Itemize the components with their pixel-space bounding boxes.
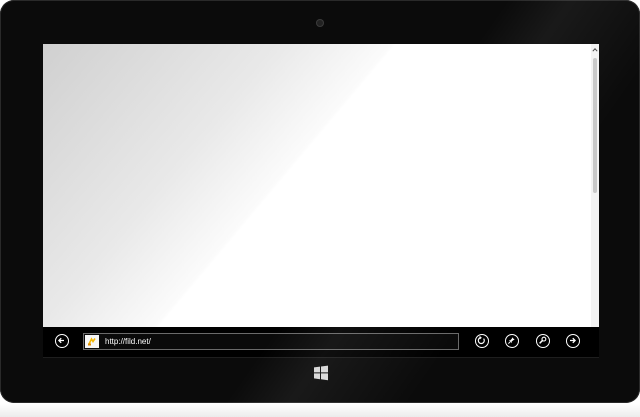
page-tools-button[interactable] <box>536 334 550 348</box>
windows-logo-icon <box>314 365 328 381</box>
pin-icon <box>508 337 515 344</box>
wrench-icon <box>539 336 547 344</box>
vertical-scrollbar[interactable] <box>591 44 599 327</box>
tablet-screen: http://fild.net/ <box>43 44 599 357</box>
tablet-device: http://fild.net/ <box>0 0 640 403</box>
surface-shadow <box>0 404 640 417</box>
browser-viewport[interactable] <box>43 44 599 327</box>
refresh-button[interactable] <box>475 334 489 348</box>
site-favicon <box>85 335 99 348</box>
front-camera <box>316 19 324 27</box>
address-bar[interactable]: http://fild.net/ <box>83 333 459 350</box>
windows-start-button[interactable] <box>313 365 329 386</box>
refresh-icon <box>477 336 485 345</box>
screen-reflection <box>43 44 599 327</box>
browser-app-bar: http://fild.net/ <box>43 327 599 357</box>
forward-button[interactable] <box>566 334 580 348</box>
back-arrow-icon <box>57 337 64 344</box>
forward-arrow-icon <box>570 337 577 344</box>
pin-button[interactable] <box>505 334 519 348</box>
site-logo-icon <box>88 337 96 346</box>
scroll-up-icon[interactable] <box>592 46 598 54</box>
scroll-thumb[interactable] <box>593 58 597 193</box>
back-button[interactable] <box>55 334 69 348</box>
url-text: http://fild.net/ <box>105 337 151 346</box>
screen-bottom-edge <box>43 357 599 358</box>
